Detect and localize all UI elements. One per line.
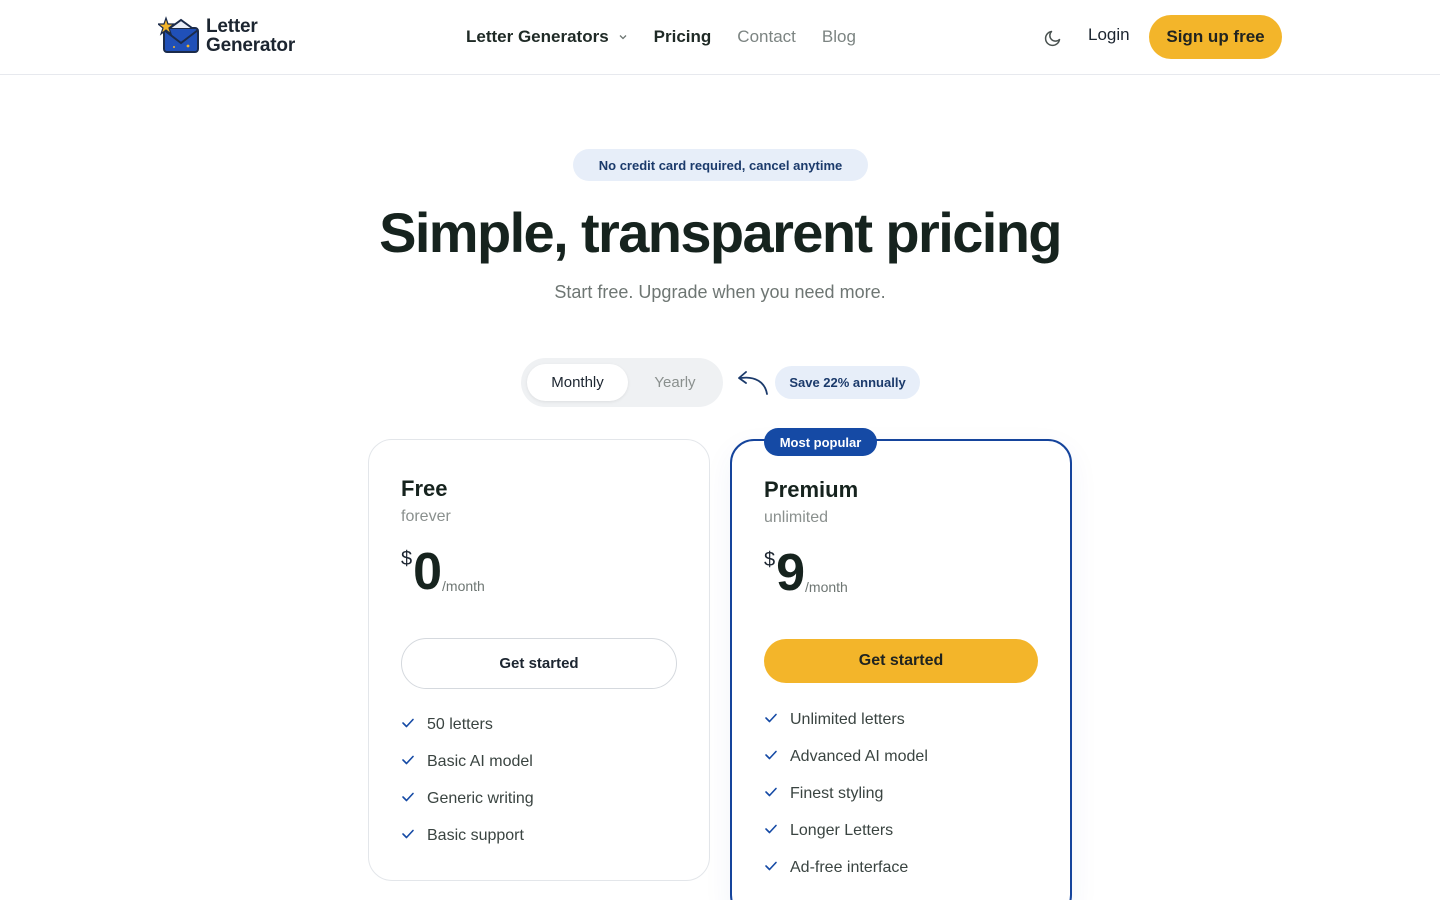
main-nav: Letter Generators Pricing Contact Blog [466,25,882,49]
feature-label: Unlimited letters [790,711,905,728]
premium-get-started-button[interactable]: Get started [764,639,1038,683]
feature-label: Finest styling [790,785,884,802]
plan-name: Free [401,476,448,501]
billing-toggle: Monthly Yearly [521,358,723,407]
curved-arrow-icon [738,371,768,395]
feature-label: Advanced AI model [790,748,928,765]
price-currency: $ [401,548,413,570]
login-link[interactable]: Login [1088,25,1130,45]
check-icon [765,861,777,871]
check-icon [402,829,414,839]
price-amount: 0 [413,543,443,601]
moon-icon[interactable] [1043,26,1065,48]
price-amount: 9 [776,544,806,602]
logo-line-2: Generator [206,35,296,56]
nav-blog[interactable]: Blog [822,25,856,49]
nav-contact[interactable]: Contact [737,25,796,49]
feature-label: 50 letters [427,716,493,733]
feature-label: Longer Letters [790,822,894,839]
feature-item: Unlimited letters [764,711,928,748]
feature-item: Longer Letters [764,822,928,859]
feature-label: Generic writing [427,790,534,807]
logo-wordmark: Letter Generator [206,17,295,55]
check-icon [765,713,777,723]
page-subtitle: Start free. Upgrade when you need more. [554,282,886,302]
plan-period: unlimited [764,509,829,526]
top-navbar: Letter Generator Letter Generators Prici… [0,0,1440,75]
feature-item: Generic writing [401,790,534,827]
plan-period: forever [401,508,451,525]
feature-item: Basic AI model [401,753,534,790]
free-get-started-button[interactable]: Get started [401,638,677,689]
save-annually-badge: Save 22% annually [775,366,920,399]
check-icon [402,792,414,802]
price-currency: $ [764,549,776,571]
check-icon [402,755,414,765]
nav-letter-generators[interactable]: Letter Generators [466,25,628,49]
plan-price: $ 0 /month [401,546,485,598]
most-popular-badge: Most popular [764,428,877,456]
nav-letter-generators-label: Letter Generators [466,27,609,46]
feature-item: Basic support [401,827,534,864]
feature-label: Ad-free interface [790,859,909,876]
no-credit-card-badge: No credit card required, cancel anytime [573,149,868,181]
logo[interactable]: Letter Generator [158,16,295,56]
check-icon [402,718,414,728]
feature-item: Finest styling [764,785,928,822]
feature-list: 50 letters Basic AI model Generic writin… [401,716,534,864]
check-icon [765,824,777,834]
check-icon [765,750,777,760]
feature-list: Unlimited letters Advanced AI model Fine… [764,711,928,896]
plan-card-premium: Premium unlimited $ 9 /month Get started… [730,439,1072,900]
chevron-down-icon [619,35,627,40]
billing-monthly-option[interactable]: Monthly [527,364,628,401]
billing-yearly-option[interactable]: Yearly [634,364,716,401]
price-period: /month [442,578,485,594]
feature-item: 50 letters [401,716,534,753]
nav-pricing[interactable]: Pricing [654,25,712,49]
plan-card-free: Free forever $ 0 /month Get started 50 l… [368,439,710,881]
page-title: Simple, transparent pricing [379,201,1062,264]
logo-line-1: Letter [206,16,258,37]
plan-name: Premium [764,477,859,502]
price-period: /month [805,579,848,595]
signup-button[interactable]: Sign up free [1149,15,1282,59]
check-icon [765,787,777,797]
plan-price: $ 9 /month [764,547,848,599]
feature-item: Ad-free interface [764,859,928,896]
feature-label: Basic AI model [427,753,533,770]
feature-item: Advanced AI model [764,748,928,785]
feature-label: Basic support [427,827,524,844]
envelope-star-logo-icon [158,16,199,53]
